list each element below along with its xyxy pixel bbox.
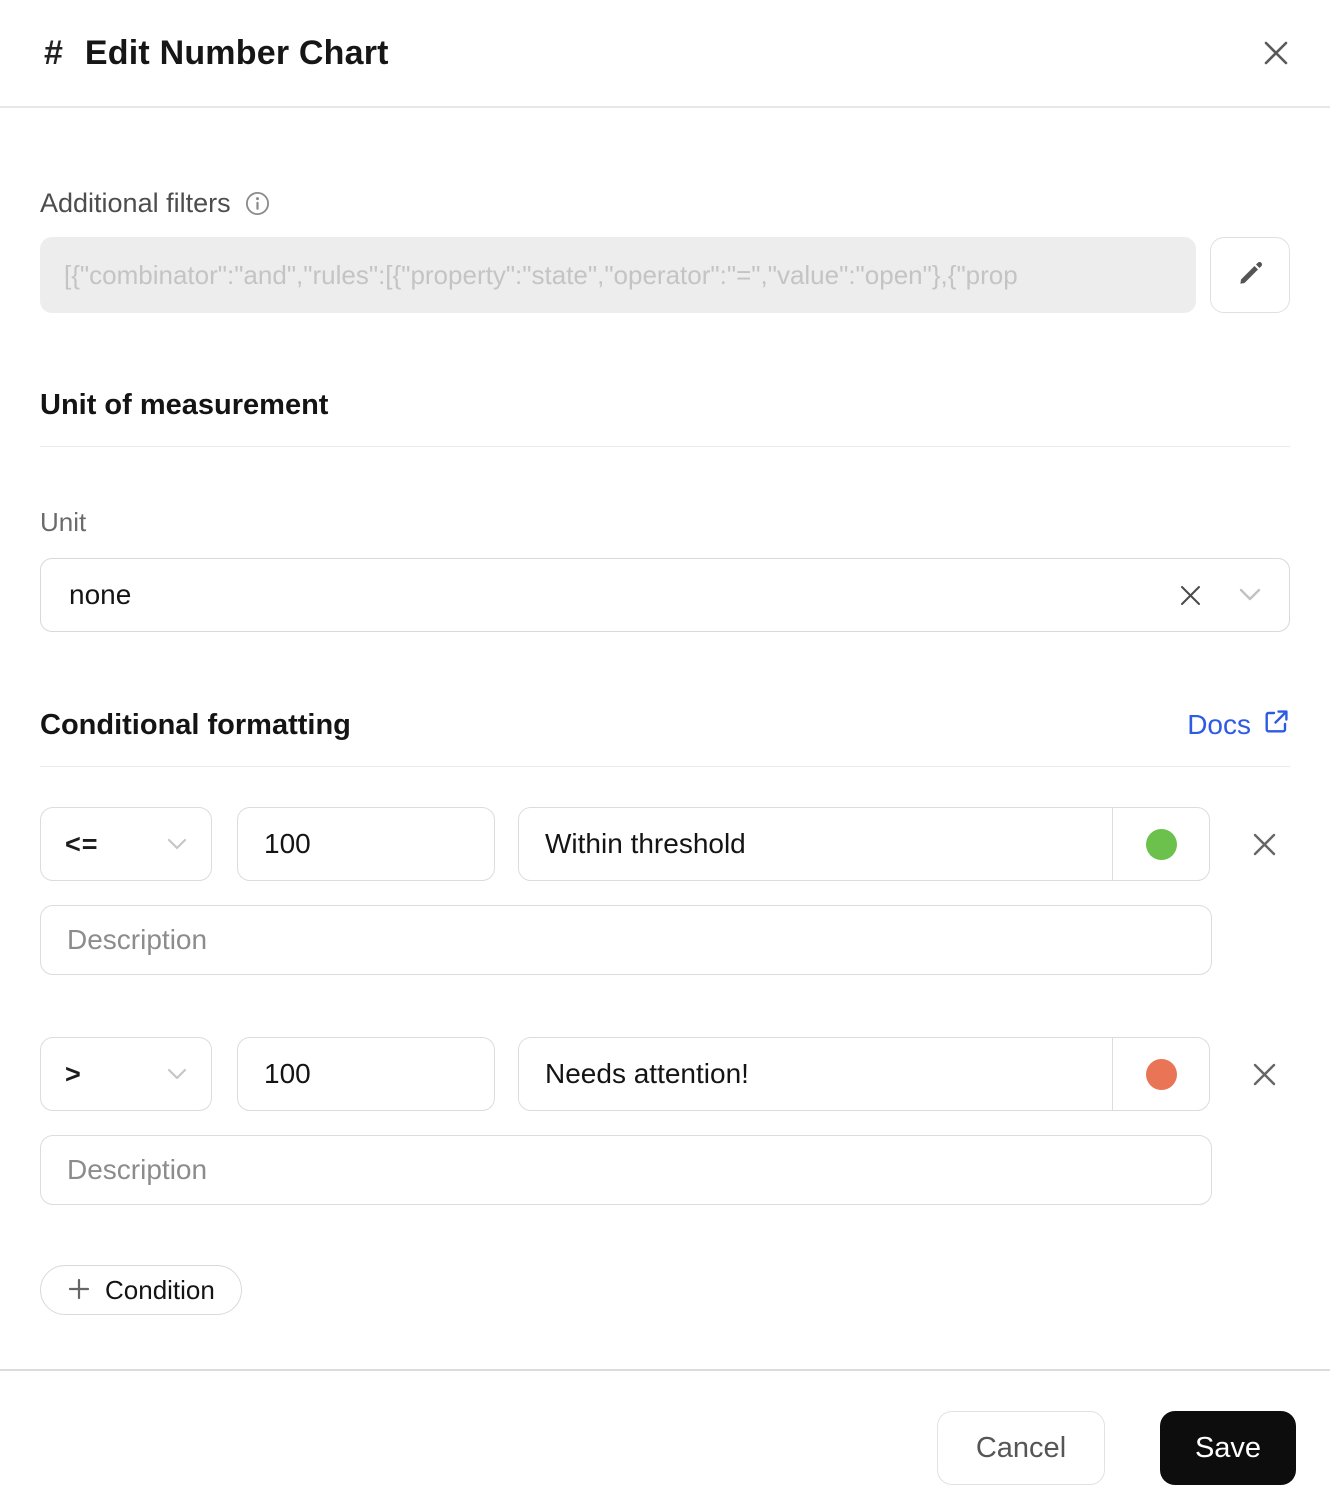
operator-value: > <box>65 1058 82 1089</box>
additional-filters-label: Additional filters <box>40 188 231 218</box>
remove-condition-icon[interactable] <box>1244 824 1284 864</box>
chevron-down-icon[interactable] <box>1239 588 1261 602</box>
section-divider <box>40 766 1290 767</box>
chevron-down-icon <box>167 1068 187 1080</box>
add-condition-label: Condition <box>105 1274 215 1305</box>
condition-description-input[interactable] <box>40 1135 1212 1205</box>
modal-title: Edit Number Chart <box>84 33 389 72</box>
number-chart-hash-icon: # <box>44 33 63 72</box>
external-link-icon <box>1263 708 1290 742</box>
docs-link-label: Docs <box>1187 709 1251 740</box>
unit-section-title: Unit of measurement <box>40 389 329 421</box>
conditional-section-header: Conditional formatting Docs <box>40 708 1290 742</box>
filters-json-input[interactable] <box>40 237 1196 313</box>
unit-label: Unit <box>40 507 87 537</box>
save-button[interactable]: Save <box>1160 1411 1296 1485</box>
additional-filters-row <box>40 237 1290 313</box>
condition-label-field <box>518 1037 1210 1111</box>
pencil-icon <box>1235 259 1265 292</box>
plus-icon <box>67 1277 91 1304</box>
operator-value: <= <box>65 828 99 859</box>
clear-unit-icon[interactable] <box>1178 583 1203 608</box>
cancel-button[interactable]: Cancel <box>937 1411 1105 1485</box>
section-divider <box>40 446 1290 447</box>
operator-select[interactable]: > <box>40 1037 212 1111</box>
unit-section-header: Unit of measurement <box>40 389 1290 422</box>
add-condition-button[interactable]: Condition <box>40 1265 242 1315</box>
unit-select-value: none <box>69 579 132 610</box>
condition-row: <= <box>40 807 1290 881</box>
condition-description-input[interactable] <box>40 905 1212 975</box>
threshold-value-input[interactable] <box>237 807 495 881</box>
color-swatch-button[interactable] <box>1112 1038 1209 1110</box>
remove-condition-icon[interactable] <box>1244 1054 1284 1094</box>
condition-label-field <box>518 807 1210 881</box>
additional-filters-header: Additional filters <box>40 188 1290 219</box>
conditional-section-title: Conditional formatting <box>40 708 351 741</box>
unit-select[interactable]: none <box>40 558 1290 632</box>
edit-filters-button[interactable] <box>1210 237 1290 313</box>
threshold-value-input[interactable] <box>237 1037 495 1111</box>
condition-row: > <box>40 1037 1290 1111</box>
condition-label-input[interactable] <box>519 1038 1112 1110</box>
docs-link[interactable]: Docs <box>1187 708 1290 742</box>
modal-header: # Edit Number Chart <box>0 0 1330 108</box>
modal-footer: Cancel Save <box>0 1369 1330 1485</box>
color-dot <box>1145 828 1177 860</box>
chevron-down-icon <box>167 838 187 850</box>
color-dot <box>1145 1058 1177 1090</box>
operator-select[interactable]: <= <box>40 807 212 881</box>
close-icon[interactable] <box>1256 33 1296 73</box>
condition-label-input[interactable] <box>519 808 1112 880</box>
color-swatch-button[interactable] <box>1112 808 1209 880</box>
info-icon <box>245 191 270 216</box>
